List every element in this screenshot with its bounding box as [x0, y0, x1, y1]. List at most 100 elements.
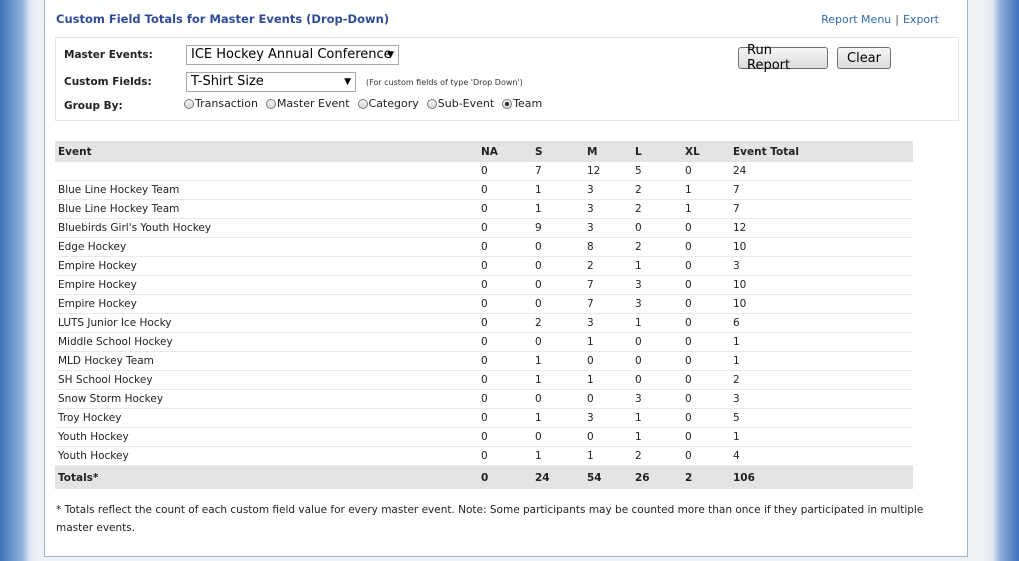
- cell-event-total: 7: [730, 199, 913, 219]
- cell-event: Snow Storm Hockey: [55, 389, 478, 409]
- custom-fields-value: T-Shirt Size: [191, 74, 264, 89]
- table-row: Blue Line Hockey Team 0 1 3 2 1 7: [55, 199, 913, 219]
- cell-l: 0: [632, 351, 682, 371]
- cell-xl: 0: [682, 294, 730, 314]
- cell-event-total: 1: [730, 332, 913, 352]
- cell-xl: 0: [682, 332, 730, 352]
- table-row: Empire Hockey 0 0 7 3 0 10: [55, 275, 913, 295]
- cell-event-total: 10: [730, 294, 913, 314]
- cell-s: 2: [532, 313, 584, 333]
- total-s: 24: [532, 465, 584, 489]
- cell-event-total: 1: [730, 351, 913, 371]
- table-row: Snow Storm Hockey 0 0 0 3 0 3: [55, 389, 913, 409]
- cell-xl: 0: [682, 256, 730, 276]
- group-by-team[interactable]: Team: [502, 97, 542, 110]
- column-header-m: M: [584, 141, 632, 162]
- column-header-s: S: [532, 141, 584, 162]
- cell-event-total: 1: [730, 427, 913, 447]
- cell-s: 0: [532, 256, 584, 276]
- cell-m: 3: [584, 180, 632, 200]
- cell-na: 0: [478, 313, 532, 333]
- cell-event: MLD Hockey Team: [55, 351, 478, 371]
- custom-fields-select[interactable]: T-Shirt Size ▼: [186, 72, 356, 92]
- cell-m: 3: [584, 199, 632, 219]
- cell-l: 1: [632, 256, 682, 276]
- cell-event-total: 3: [730, 256, 913, 276]
- column-header-event: Event: [55, 141, 478, 162]
- table-row: Empire Hockey 0 0 7 3 0 10: [55, 294, 913, 314]
- total-na: 0: [478, 465, 532, 489]
- cell-na: 0: [478, 237, 532, 257]
- cell-xl: 0: [682, 237, 730, 257]
- chevron-down-icon: ▼: [344, 77, 351, 87]
- cell-s: 1: [532, 446, 584, 466]
- radio-transaction[interactable]: [184, 98, 194, 109]
- cell-event-total: 2: [730, 370, 913, 390]
- cell-xl: 0: [682, 389, 730, 409]
- total-event: Totals*: [55, 465, 478, 489]
- cell-na: 0: [478, 294, 532, 314]
- table-row: MLD Hockey Team 0 1 0 0 0 1: [55, 351, 913, 371]
- radio-label-master-event: Master Event: [276, 97, 350, 110]
- radio-team[interactable]: [502, 98, 513, 109]
- cell-event-total: 10: [730, 275, 913, 295]
- cell-m: 3: [584, 218, 632, 238]
- cell-s: 0: [532, 332, 584, 352]
- cell-l: 5: [632, 162, 682, 181]
- table-body: 0 7 12 5 0 24 Blue Line Hockey Team 0 1 3 2 1 7 Blue …: [55, 162, 913, 489]
- cell-event-total: 7: [730, 180, 913, 200]
- cell-s: 7: [532, 162, 584, 181]
- table-row: Middle School Hockey 0 0 1 0 0 1: [55, 332, 913, 352]
- filter-box: Master Events: ICE Hockey Annual Confere…: [55, 37, 959, 121]
- table-row: Youth Hockey 0 0 0 1 0 1: [55, 427, 913, 447]
- group-by-transaction[interactable]: Transaction: [184, 97, 258, 110]
- cell-s: 0: [532, 427, 584, 447]
- cell-na: 0: [478, 218, 532, 238]
- cell-l: 3: [632, 389, 682, 409]
- cell-s: 1: [532, 351, 584, 371]
- cell-event-total: 12: [730, 218, 913, 238]
- cell-l: 3: [632, 275, 682, 295]
- cell-m: 1: [584, 446, 632, 466]
- clear-button[interactable]: Clear: [837, 47, 891, 69]
- cell-l: 1: [632, 313, 682, 333]
- report-menu-link[interactable]: Report Menu: [821, 13, 891, 26]
- cell-l: 2: [632, 180, 682, 200]
- cell-event: LUTS Junior Ice Hocky: [55, 313, 478, 333]
- radio-sub-event[interactable]: [426, 98, 437, 109]
- master-events-select[interactable]: ICE Hockey Annual Conference ▼: [186, 45, 399, 65]
- cell-event: Empire Hockey: [55, 256, 478, 276]
- cell-na: 0: [478, 351, 532, 371]
- cell-event: Empire Hockey: [55, 294, 478, 314]
- footnote: * Totals reflect the count of each custo…: [56, 504, 924, 534]
- cell-m: 7: [584, 294, 632, 314]
- cell-event: SH School Hockey: [55, 370, 478, 390]
- group-by-label: Group By:: [64, 100, 123, 112]
- cell-l: 3: [632, 294, 682, 314]
- radio-label-transaction: Transaction: [195, 97, 258, 110]
- cell-event: Youth Hockey: [55, 446, 478, 466]
- cell-l: 2: [632, 446, 682, 466]
- cell-l: 1: [632, 408, 682, 428]
- table-row: Blue Line Hockey Team 0 1 3 2 1 7: [55, 180, 913, 200]
- cell-event-total: 6: [730, 313, 913, 333]
- group-by-sub-event[interactable]: Sub-Event: [426, 97, 494, 110]
- cell-na: 0: [478, 389, 532, 409]
- report-table: Event NA S M L XL Event Total 0 7 12 5 0 24 Bl…: [55, 141, 913, 489]
- cell-s: 0: [532, 237, 584, 257]
- master-events-label: Master Events:: [64, 49, 153, 61]
- column-header-na: NA: [478, 141, 532, 162]
- export-link[interactable]: Export: [903, 13, 939, 26]
- radio-category[interactable]: [357, 98, 368, 109]
- table-row: Bluebirds Girl's Youth Hockey 0 9 3 0 0 12: [55, 218, 913, 238]
- group-by-category[interactable]: Category: [357, 97, 419, 110]
- cell-m: 1: [584, 332, 632, 352]
- cell-l: 2: [632, 237, 682, 257]
- cell-xl: 0: [682, 275, 730, 295]
- run-report-button[interactable]: Run Report: [738, 43, 828, 73]
- group-by-master-event[interactable]: Master Event: [265, 97, 350, 110]
- radio-master-event[interactable]: [265, 98, 276, 109]
- cell-na: 0: [478, 370, 532, 390]
- chevron-down-icon: ▼: [387, 50, 394, 60]
- total-event-total: 106: [730, 465, 913, 489]
